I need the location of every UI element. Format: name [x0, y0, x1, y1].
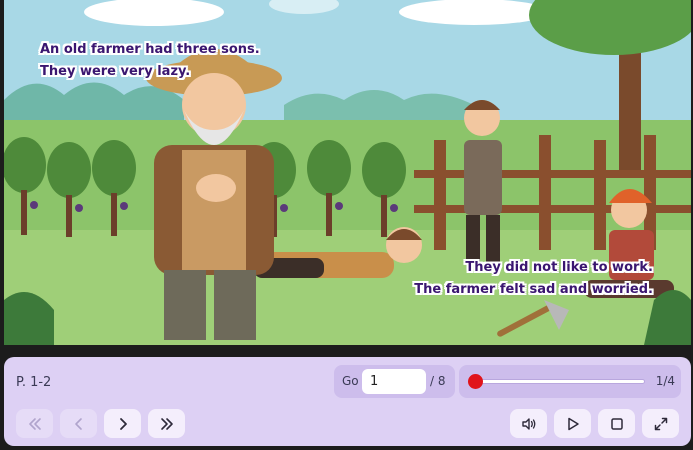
story-page: An old farmer had three sons. They were … [4, 0, 691, 345]
double-chevron-left-icon [28, 417, 41, 430]
first-page-button[interactable] [16, 409, 53, 438]
double-chevron-right-icon [160, 417, 173, 430]
book-viewer: An old farmer had three sons. They were … [0, 0, 693, 450]
progress-slider-track[interactable] [475, 379, 645, 384]
fullscreen-button[interactable] [642, 409, 679, 438]
previous-page-button[interactable] [60, 409, 97, 438]
last-page-button[interactable] [148, 409, 185, 438]
story-caption-bottom: They did not like to work. The farmer fe… [414, 257, 653, 301]
stop-icon [610, 417, 623, 430]
page-indicator: P. 1-2 [16, 375, 52, 390]
play-icon [567, 417, 579, 430]
chevron-left-icon [74, 417, 82, 430]
speaker-wave-icon [521, 417, 535, 430]
audio-button[interactable] [510, 409, 547, 438]
caption-line: An old farmer had three sons. [40, 42, 260, 57]
page-total: / 8 [430, 374, 446, 388]
expand-arrows-icon [654, 417, 667, 430]
progress-count: 1/4 [655, 374, 675, 388]
progress-slider-thumb[interactable] [467, 374, 483, 389]
goto-page-group: Go / 8 [334, 365, 455, 398]
next-page-button[interactable] [104, 409, 141, 438]
page-number-input[interactable] [362, 369, 426, 394]
caption-line: The farmer felt sad and worried. [414, 282, 653, 297]
progress-group: 1/4 [459, 365, 681, 398]
player-control-bar: P. 1-2 Go / 8 1/4 [4, 357, 691, 446]
story-caption-top: An old farmer had three sons. They were … [40, 39, 260, 83]
goto-label: Go [342, 374, 359, 388]
caption-line: They were very lazy. [40, 64, 191, 79]
play-button[interactable] [554, 409, 591, 438]
stop-button[interactable] [598, 409, 635, 438]
caption-line: They did not like to work. [465, 260, 653, 275]
chevron-right-icon [119, 417, 127, 430]
